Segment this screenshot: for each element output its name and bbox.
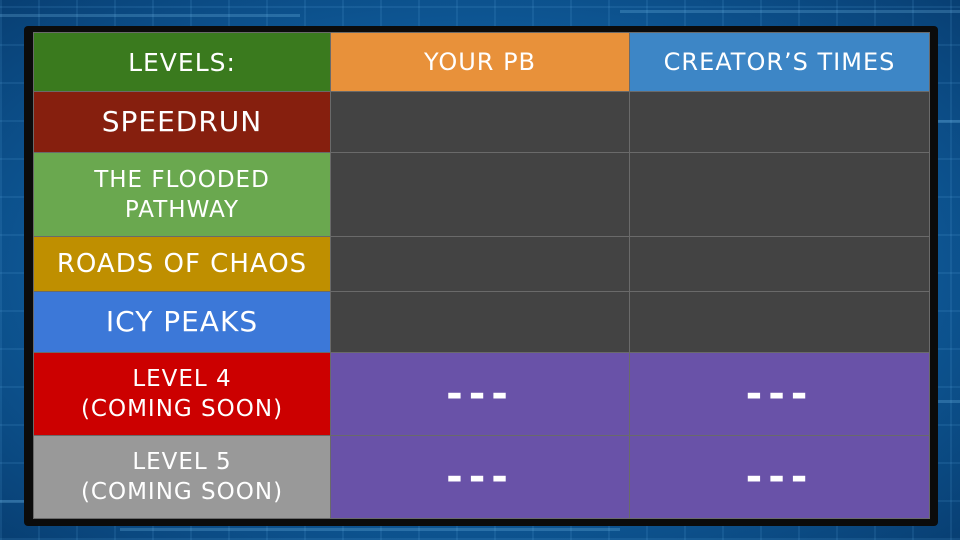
your-pb-header: YOUR PB — [330, 32, 630, 92]
pb-time-cell — [330, 152, 630, 237]
level-name-speedrun[interactable]: SPEEDRUN — [33, 91, 331, 153]
creator-time-cell — [629, 91, 930, 153]
level-name-label: ICY PEAKS — [105, 305, 259, 338]
levels-header: LEVELS: — [33, 32, 331, 92]
creator-time-placeholder: --- — [629, 435, 930, 519]
creator-time-cell — [629, 152, 930, 237]
level-row-icy-peaks: ICY PEAKS — [33, 291, 930, 353]
level-name-icy-peaks[interactable]: ICY PEAKS — [33, 291, 331, 353]
pb-time-cell — [330, 91, 630, 153]
pb-time-placeholder: --- — [330, 435, 630, 519]
level-name-line-2: (COMING SOON) — [80, 396, 284, 422]
level-name-line-1: THE FLOODED — [94, 166, 270, 193]
level-name-flooded-pathway[interactable]: THE FLOODED PATHWAY — [33, 152, 331, 237]
creator-time-placeholder: --- — [629, 352, 930, 436]
pb-time-placeholder: --- — [330, 352, 630, 436]
level-row-level-5: LEVEL 5 (COMING SOON) --- --- — [33, 435, 930, 519]
level-name-level-4: LEVEL 4 (COMING SOON) — [33, 352, 331, 436]
level-name-line-1: LEVEL 4 — [132, 366, 232, 392]
level-times-table: LEVELS: YOUR PB CREATOR’S TIMES SPEEDRUN… — [33, 32, 930, 519]
level-row-roads-of-chaos: ROADS OF CHAOS — [33, 236, 930, 292]
level-row-flooded-pathway: THE FLOODED PATHWAY — [33, 152, 930, 237]
level-name-level-5: LEVEL 5 (COMING SOON) — [33, 435, 331, 519]
pb-time-cell — [330, 236, 630, 292]
pb-time-cell — [330, 291, 630, 353]
level-name-label: ROADS OF CHAOS — [56, 249, 308, 279]
creators-times-header: CREATOR’S TIMES — [629, 32, 930, 92]
level-name-line-2: (COMING SOON) — [80, 479, 284, 505]
creator-time-cell — [629, 291, 930, 353]
level-name-roads-of-chaos[interactable]: ROADS OF CHAOS — [33, 236, 331, 292]
level-name-line-1: LEVEL 5 — [132, 449, 232, 475]
level-row-speedrun: SPEEDRUN — [33, 91, 930, 153]
creator-time-cell — [629, 236, 930, 292]
level-name-line-2: PATHWAY — [124, 196, 240, 223]
header-row: LEVELS: YOUR PB CREATOR’S TIMES — [33, 32, 930, 92]
level-name-label: SPEEDRUN — [101, 105, 263, 138]
level-row-level-4: LEVEL 4 (COMING SOON) --- --- — [33, 352, 930, 436]
